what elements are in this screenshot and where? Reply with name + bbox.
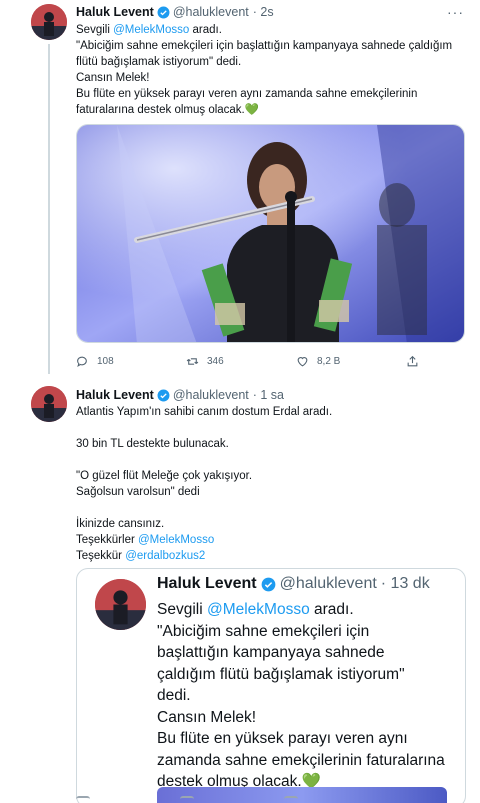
quoted-tweet-text: Sevgili @MelekMosso aradı. "Abiciğim sah… [157,601,445,790]
tweet-time[interactable]: · 13 dk [381,575,430,593]
author-name[interactable]: Haluk Levent [157,575,257,593]
mention-link[interactable]: @MelekMosso [207,601,310,618]
quoted-tweet-header: Haluk Levent @haluklevent · 13 dk [157,575,430,593]
retweet-icon [186,358,199,365]
avatar[interactable] [95,579,146,630]
verified-icon [157,6,170,18]
author-handle[interactable]: @haluklevent [173,5,249,19]
share-icon [407,355,418,367]
tweet-photo[interactable] [76,124,465,343]
avatar[interactable] [31,386,67,422]
like-icon [297,357,308,367]
like-icon[interactable] [284,796,298,803]
tweet-time[interactable]: · 1 sa [253,388,284,402]
like-count: 8,2 B [317,356,341,367]
author-name[interactable]: Haluk Levent [76,5,154,19]
avatar-image [31,4,67,40]
share-button[interactable] [406,355,436,368]
tweet-time[interactable]: · 2s [253,5,274,19]
tweet-2-actions-partial [76,796,436,803]
author-name[interactable]: Haluk Levent [76,388,154,402]
tweet-text: Sevgili @MelekMosso aradı. "Abiciğim sah… [76,24,453,116]
tweet-actions: 108 346 8,2 B [76,355,436,368]
reply-icon[interactable] [76,796,90,803]
retweet-count: 346 [207,356,224,367]
quoted-tweet[interactable]: Haluk Levent @haluklevent · 13 dk Sevgil… [76,568,466,803]
mention-link[interactable]: @MelekMosso [113,24,189,36]
verified-icon [157,389,170,401]
author-handle[interactable]: @haluklevent [280,575,377,593]
avatar[interactable] [31,4,67,40]
reply-count: 108 [97,356,114,367]
reply-icon [77,356,87,368]
like-button[interactable]: 8,2 B [296,355,406,368]
tweet-1[interactable]: Haluk Levent @haluklevent · 2s ··· Sevgi… [0,0,480,375]
avatar-image [95,579,146,630]
mention-link[interactable]: @MelekMosso [138,534,214,546]
verified-icon [261,577,275,591]
avatar-image [31,386,67,422]
tweet-header: Haluk Levent @haluklevent · 2s [76,5,274,19]
more-icon[interactable]: ··· [447,4,464,20]
tweet-header: Haluk Levent @haluklevent · 1 sa [76,388,284,402]
flute-performer-image [77,125,464,342]
author-handle[interactable]: @haluklevent [173,388,249,402]
mention-link[interactable]: @erdalbozkus2 [125,550,205,562]
retweet-button[interactable]: 346 [186,355,296,368]
thread-line [48,44,50,374]
retweet-icon[interactable] [180,796,194,803]
tweet-text: Atlantis Yapım'ın sahibi canım dostum Er… [76,406,333,562]
reply-button[interactable]: 108 [76,355,186,368]
